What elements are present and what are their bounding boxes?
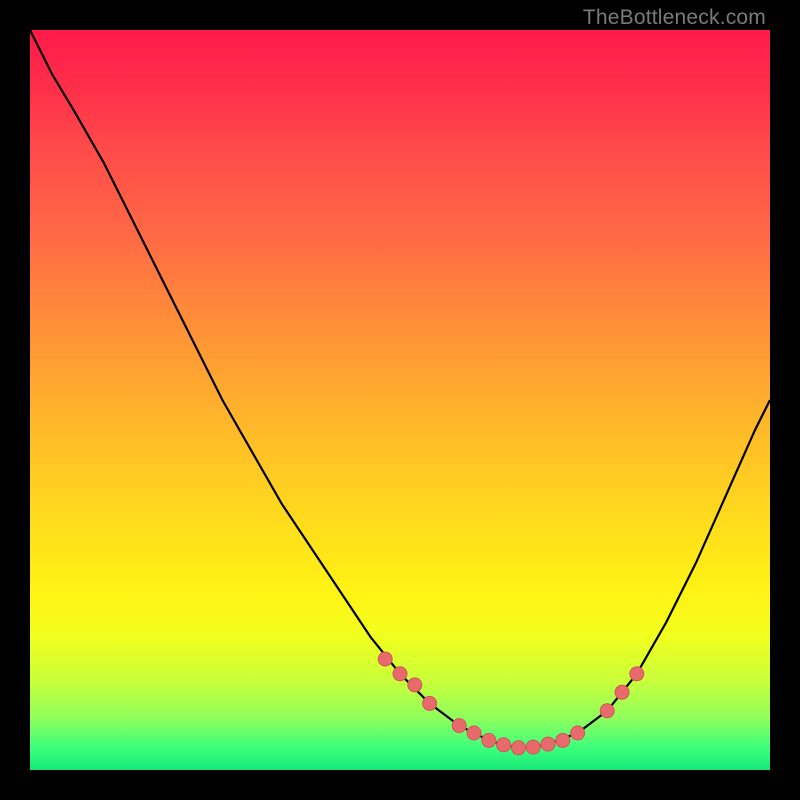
marker-dot: [497, 738, 511, 752]
marker-dot: [393, 667, 407, 681]
marker-dot: [630, 667, 644, 681]
marker-dot: [556, 733, 570, 747]
marker-dot: [571, 726, 585, 740]
plot-area: [30, 30, 770, 770]
marker-dot: [615, 685, 629, 699]
marker-dot: [378, 652, 392, 666]
marker-dot: [526, 740, 540, 754]
marker-dot: [423, 696, 437, 710]
chart-frame: TheBottleneck.com: [0, 0, 800, 800]
marker-dot: [482, 733, 496, 747]
bottleneck-curve: [30, 30, 770, 748]
watermark-text: TheBottleneck.com: [583, 6, 766, 30]
marker-dot: [600, 704, 614, 718]
marker-dot: [452, 719, 466, 733]
highlight-points: [378, 652, 644, 755]
marker-dot: [408, 678, 422, 692]
marker-dot: [541, 737, 555, 751]
marker-dot: [467, 726, 481, 740]
curve-svg: [30, 30, 770, 770]
marker-dot: [511, 741, 525, 755]
